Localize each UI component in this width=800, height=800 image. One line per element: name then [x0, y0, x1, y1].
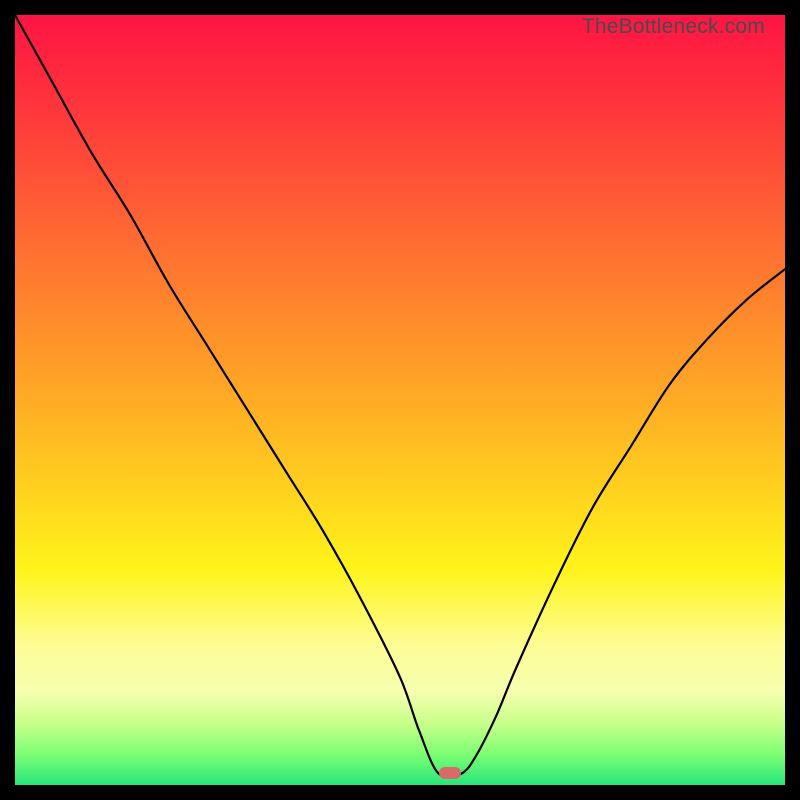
chart-frame: TheBottleneck.com	[0, 0, 800, 800]
bottleneck-curve	[15, 15, 785, 785]
optimal-marker	[439, 767, 461, 779]
plot-area: TheBottleneck.com	[15, 15, 785, 785]
